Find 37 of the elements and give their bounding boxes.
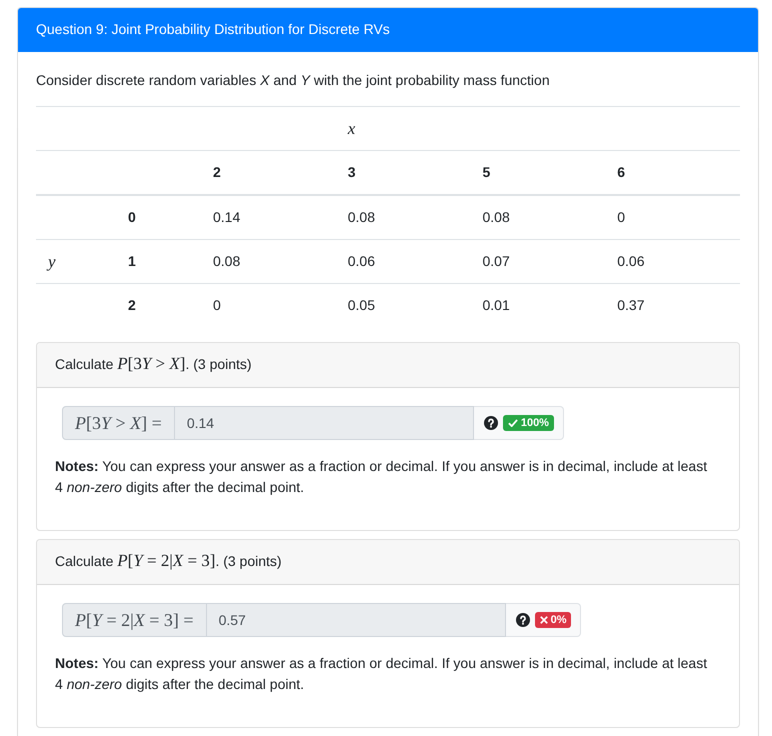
- table-cell: 0.08: [470, 195, 606, 240]
- row-header: 1: [116, 240, 201, 284]
- table-cell: 0.06: [605, 240, 740, 284]
- variable-label: x: [336, 106, 470, 150]
- cross-icon: [540, 616, 548, 624]
- question-title: Question 9: Joint Probability Distribution for Discrete RVs: [36, 21, 390, 37]
- column-header: 6: [605, 150, 740, 195]
- table-cell: 0.06: [336, 240, 470, 284]
- table-cell: 0.05: [336, 284, 470, 327]
- table-cell: 0.08: [336, 195, 470, 240]
- check-icon: [508, 419, 518, 427]
- table-cell: 0.37: [605, 284, 740, 327]
- column-header: 2: [201, 150, 336, 195]
- table-cell: 0.08: [201, 240, 336, 284]
- notes-text: Notes: You can express your answer as a fraction or decimal. If you answer is in decimal, include at least 4 non-zero digits after the decimal point.: [55, 457, 708, 497]
- table-cell: 0: [605, 195, 740, 240]
- answer-label: P[3Y > X] =: [62, 406, 175, 440]
- help-icon[interactable]: [484, 416, 498, 430]
- answer-field[interactable]: 0.14: [174, 406, 474, 440]
- variable-label: y: [36, 240, 116, 284]
- row-header: 0: [116, 195, 201, 240]
- question-intro: Consider discrete random variables X and Y with the joint probability mass function: [36, 71, 551, 90]
- part-prompt: Calculate P[3Y > X]. (3 points): [55, 356, 252, 372]
- column-header: 5: [470, 150, 606, 195]
- score-text: 0%: [550, 614, 566, 626]
- table-cell: 0: [201, 284, 336, 327]
- answer-field[interactable]: 0.57: [206, 603, 506, 637]
- table-cell: 0.07: [470, 240, 606, 284]
- part-prompt: Calculate P[Y = 2|X = 3]. (3 points): [55, 553, 282, 569]
- column-header: 3: [336, 150, 470, 195]
- answer-label: P[Y = 2|X = 3] =: [62, 603, 207, 637]
- row-header: 2: [116, 284, 201, 327]
- table-cell: 0.01: [470, 284, 606, 327]
- score-text: 100%: [520, 417, 549, 429]
- help-icon[interactable]: [516, 613, 530, 627]
- notes-text: Notes: You can express your answer as a fraction or decimal. If you answer is in decimal, include at least 4 non-zero digits after the decimal point.: [55, 654, 708, 694]
- table-cell: 0.14: [201, 195, 336, 240]
